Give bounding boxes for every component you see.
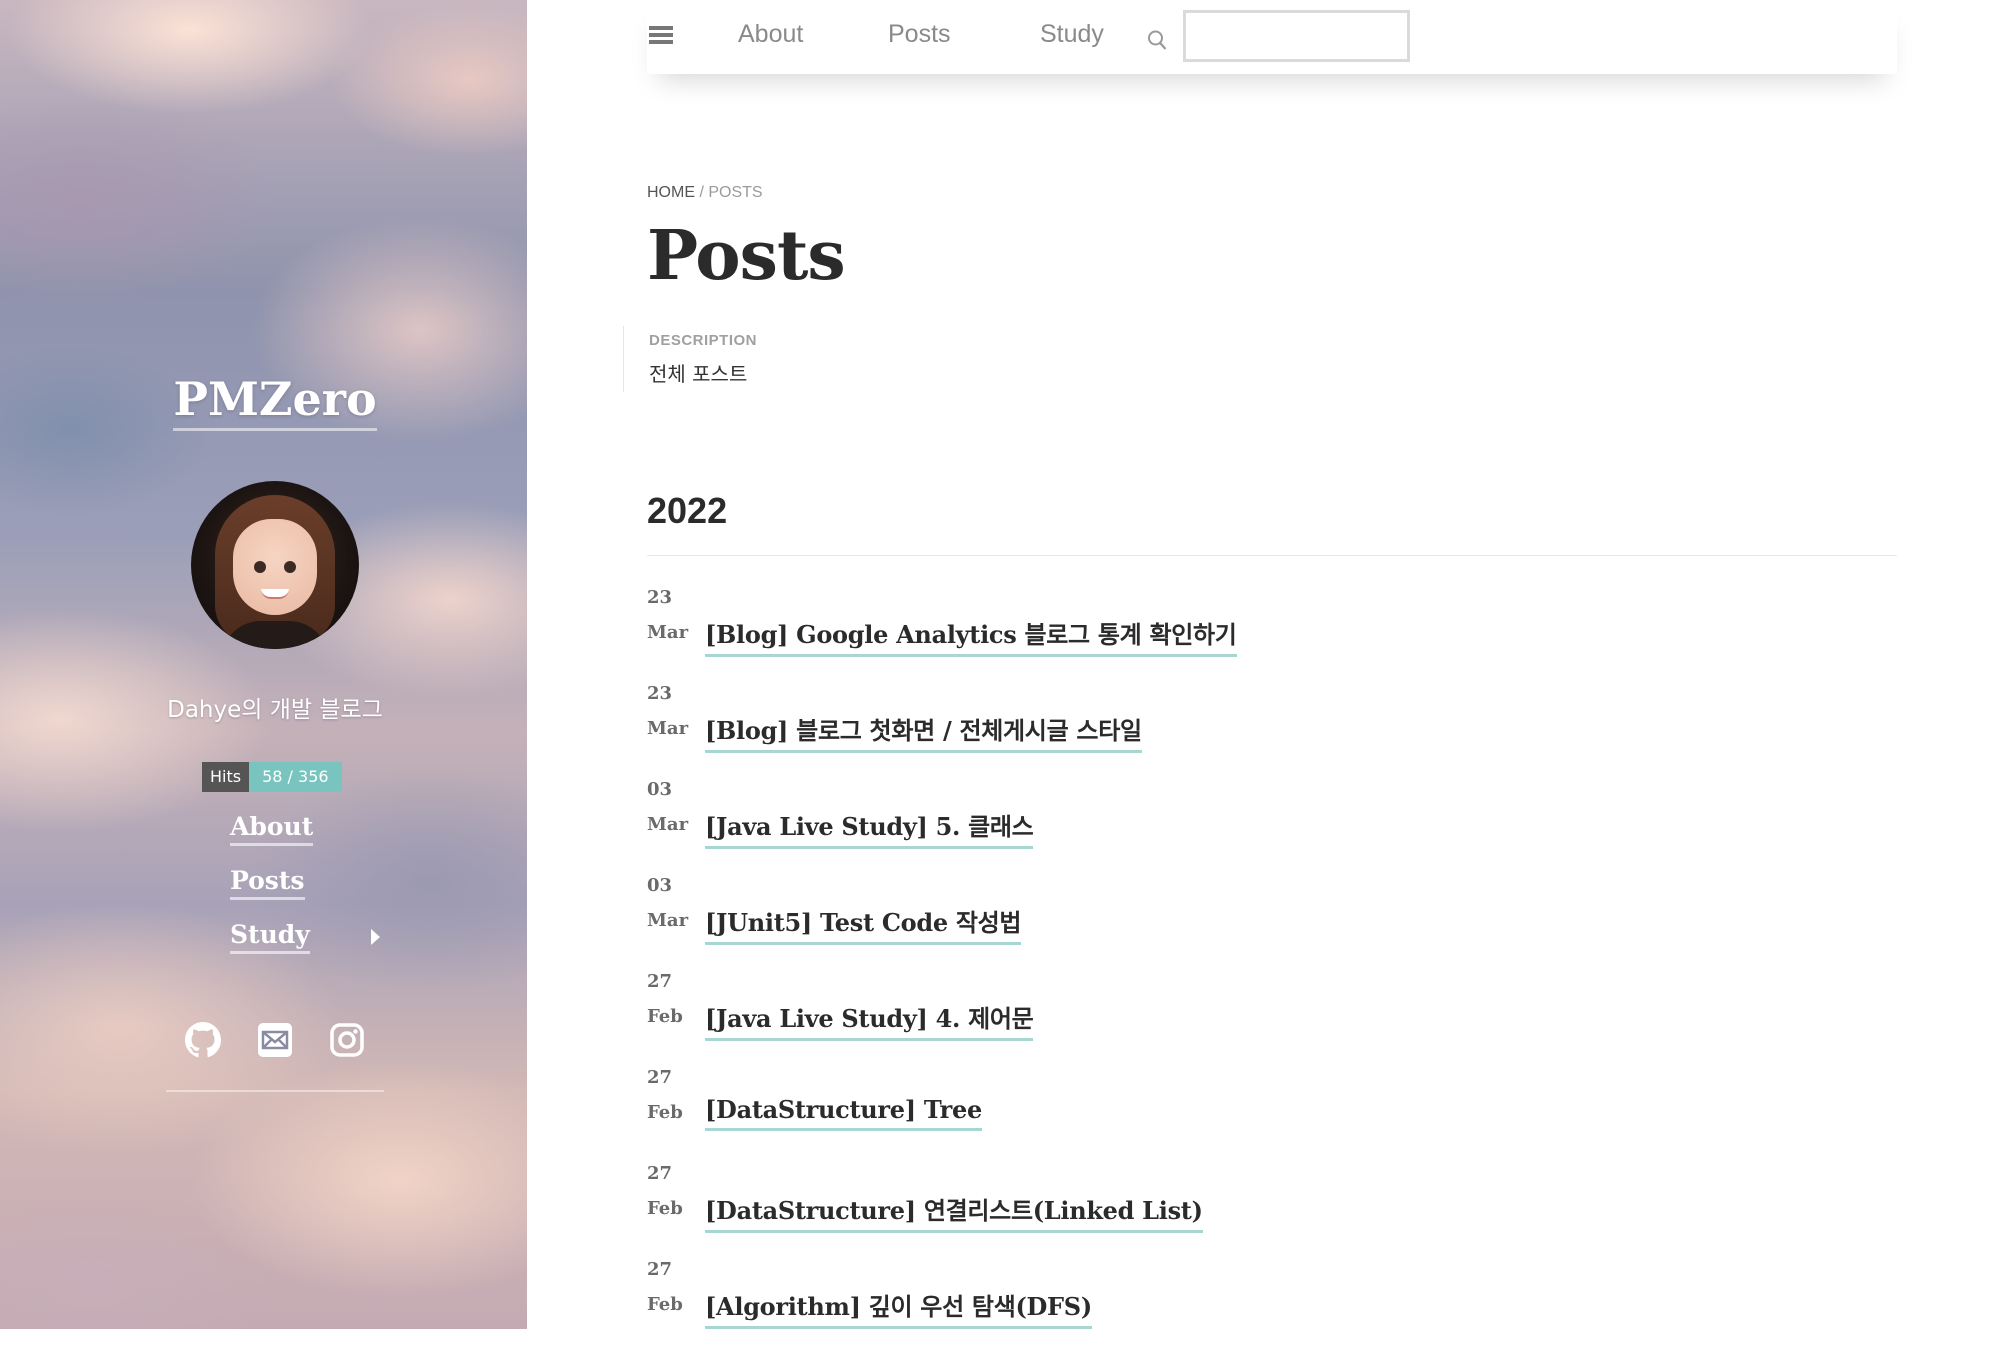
instagram-icon[interactable]: [329, 1022, 365, 1058]
post-title-link[interactable]: [Blog] 블로그 첫화면 / 전체게시글 스타일: [705, 711, 1142, 753]
post-title-link[interactable]: [Java Live Study] 5. 클래스: [705, 807, 1034, 849]
post-day: 23: [647, 587, 673, 608]
hamburger-menu-icon[interactable]: [649, 26, 673, 46]
hits-badge: Hits 58 / 356: [202, 762, 342, 792]
post-month: Mar: [647, 718, 689, 739]
post-title-link[interactable]: [DataStructure] Tree: [705, 1095, 982, 1131]
post-month: Feb: [647, 1294, 683, 1315]
post-day: 27: [647, 971, 673, 992]
post-month: Mar: [647, 622, 689, 643]
archive-year: 2022: [647, 490, 728, 531]
sidebar-item-label: Study: [230, 920, 310, 954]
list-item: 03 Mar [Java Live Study] 5. 클래스: [647, 774, 1897, 870]
nav-link-study[interactable]: Study: [1040, 20, 1104, 49]
avatar-face: [233, 519, 317, 615]
hits-count: 58 / 356: [249, 762, 342, 792]
post-day: 27: [647, 1259, 673, 1280]
list-item: 23 Mar [Blog] 블로그 첫화면 / 전체게시글 스타일: [647, 678, 1897, 774]
nav-link-posts[interactable]: Posts: [888, 20, 951, 49]
search-input[interactable]: [1183, 10, 1410, 62]
caret-right-icon[interactable]: [371, 929, 380, 945]
avatar-eye-right: [284, 561, 296, 573]
breadcrumb: HOME / POSTS: [647, 184, 763, 202]
post-title-link[interactable]: [Java Live Study] 4. 제어문: [705, 999, 1034, 1041]
list-item: 23 Mar [Blog] Google Analytics 블로그 통계 확인…: [647, 582, 1897, 678]
sidebar-nav: About Posts Study: [230, 812, 380, 974]
nav-link-about[interactable]: About: [738, 20, 803, 49]
post-day: 03: [647, 875, 673, 896]
description-label: DESCRIPTION: [649, 332, 758, 349]
sidebar-item-posts[interactable]: Posts: [230, 866, 380, 920]
post-title-link[interactable]: [Algorithm] 깊이 우선 탐색(DFS): [705, 1287, 1092, 1329]
post-day: 03: [647, 779, 673, 800]
hits-label: Hits: [202, 762, 250, 792]
list-item: 27 Feb [Java Live Study] 4. 제어문: [647, 966, 1897, 1062]
sidebar-item-label: Posts: [230, 866, 305, 900]
top-navbar: About Posts Study: [647, 0, 1897, 74]
page-description: DESCRIPTION 전체 포스트: [623, 326, 757, 392]
avatar: [191, 481, 359, 649]
breadcrumb-current: POSTS: [708, 184, 763, 201]
sidebar-item-about[interactable]: About: [230, 812, 380, 866]
site-subtitle: Dahye의 개발 블로그: [167, 697, 383, 723]
post-title-link[interactable]: [JUnit5] Test Code 작성법: [705, 903, 1021, 945]
post-month: Feb: [647, 1198, 683, 1219]
post-month: Feb: [647, 1006, 683, 1027]
list-item: 27 Feb [DataStructure] 연결리스트(Linked List…: [647, 1158, 1897, 1254]
year-divider: [647, 555, 1897, 556]
sidebar: PMZero Dahye의 개발 블로그 Hits 58 / 356 About…: [0, 0, 527, 1329]
breadcrumb-separator: /: [699, 184, 704, 201]
social-links: [185, 1022, 365, 1058]
list-item: 27 Feb [Algorithm] 깊이 우선 탐색(DFS): [647, 1254, 1897, 1350]
sidebar-item-study[interactable]: Study: [230, 920, 380, 974]
avatar-eye-left: [254, 561, 266, 573]
list-item: 03 Mar [JUnit5] Test Code 작성법: [647, 870, 1897, 966]
sidebar-divider: [166, 1090, 384, 1092]
github-icon[interactable]: [185, 1022, 221, 1058]
post-list: 23 Mar [Blog] Google Analytics 블로그 통계 확인…: [647, 582, 1897, 1350]
post-title-link[interactable]: [Blog] Google Analytics 블로그 통계 확인하기: [705, 615, 1237, 657]
post-month: Feb: [647, 1102, 683, 1123]
site-title[interactable]: PMZero: [0, 372, 527, 431]
post-month: Mar: [647, 910, 689, 931]
description-text: 전체 포스트: [649, 362, 748, 386]
post-month: Mar: [647, 814, 689, 835]
list-item: 27 Feb [DataStructure] Tree: [647, 1062, 1897, 1158]
sidebar-item-label: About: [230, 812, 314, 846]
post-day: 27: [647, 1163, 673, 1184]
site-title-text[interactable]: PMZero: [173, 372, 377, 431]
mail-icon[interactable]: [257, 1022, 293, 1058]
page-title: Posts: [647, 216, 846, 296]
post-title-link[interactable]: [DataStructure] 연결리스트(Linked List): [705, 1191, 1203, 1233]
search-icon[interactable]: [1147, 29, 1167, 51]
post-day: 23: [647, 683, 673, 704]
breadcrumb-home[interactable]: HOME: [647, 184, 695, 201]
post-day: 27: [647, 1067, 673, 1088]
